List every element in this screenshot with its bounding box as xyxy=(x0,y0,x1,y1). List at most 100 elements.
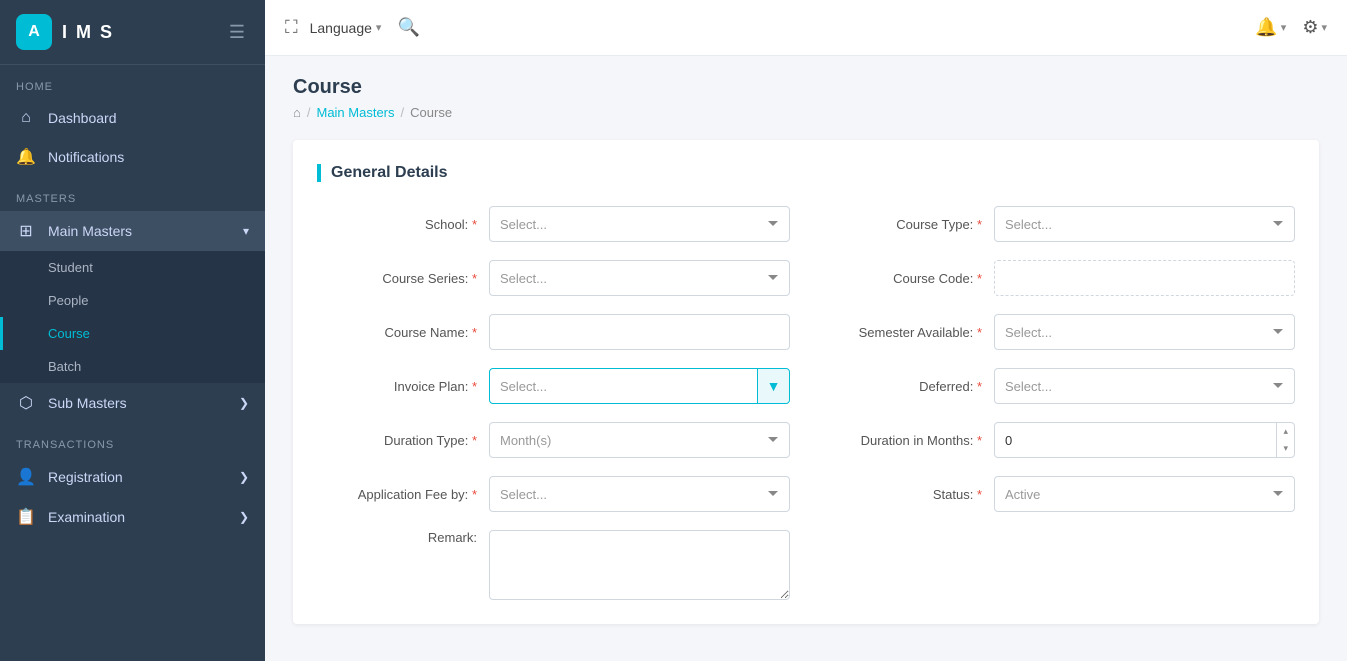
sidebar-item-main-masters-label: Main Masters xyxy=(48,223,132,239)
duration-type-label: Duration Type: * xyxy=(317,433,477,448)
language-label: Language xyxy=(310,20,372,36)
main-area: ⛶ Language ▾ 🔍 🔔 ▾ ⚙ ▾ Course ⌂ / Main M… xyxy=(265,0,1347,661)
status-row: Status: * Active Inactive xyxy=(822,476,1295,512)
semester-available-row: Semester Available: * Select... xyxy=(822,314,1295,350)
user-icon: 👤 xyxy=(16,467,36,487)
home-icon: ⌂ xyxy=(16,109,36,127)
chevron-right-icon-reg: ❯ xyxy=(239,470,249,484)
school-required: * xyxy=(472,217,477,232)
sidebar-item-batch[interactable]: Batch xyxy=(0,350,265,383)
remark-textarea[interactable] xyxy=(489,530,790,600)
page-title: Course xyxy=(293,76,1319,99)
duration-in-months-label: Duration in Months: * xyxy=(822,433,982,448)
sidebar-item-sub-masters[interactable]: ⬡ Sub Masters ❯ xyxy=(0,383,265,423)
course-type-label: Course Type: * xyxy=(822,217,982,232)
breadcrumb: ⌂ / Main Masters / Course xyxy=(293,105,1319,120)
invoice-plan-wrapper: Select... ▼ xyxy=(489,368,790,404)
sidebar-item-course[interactable]: Course xyxy=(0,317,265,350)
duration-decrement[interactable]: ▾ xyxy=(1277,440,1294,457)
section-label-masters: MASTERS xyxy=(0,177,265,211)
duration-in-months-wrapper: ▴ ▾ xyxy=(994,422,1295,458)
chevron-right-icon: ❯ xyxy=(239,396,249,410)
school-select[interactable]: Select... xyxy=(489,206,790,242)
expand-icon[interactable]: ⛶ xyxy=(285,17,298,38)
sidebar-item-sub-masters-label: Sub Masters xyxy=(48,395,127,411)
semester-available-select[interactable]: Select... xyxy=(994,314,1295,350)
notification-bell[interactable]: 🔔 ▾ xyxy=(1255,17,1286,38)
status-select[interactable]: Active Inactive xyxy=(994,476,1295,512)
breadcrumb-sep-1: / xyxy=(307,105,311,120)
school-label: School: * xyxy=(317,217,477,232)
logo-letter: A xyxy=(28,23,40,41)
hamburger-icon[interactable]: ☰ xyxy=(225,18,249,47)
course-series-select[interactable]: Select... xyxy=(489,260,790,296)
course-type-select[interactable]: Select... xyxy=(994,206,1295,242)
section-label-transactions: TRANSACTIONS xyxy=(0,423,265,457)
course-type-row: Course Type: * Select... xyxy=(822,206,1295,242)
grid-icon: ⊞ xyxy=(16,221,36,241)
logo-text: I M S xyxy=(62,22,114,43)
duration-arrows: ▴ ▾ xyxy=(1276,423,1294,457)
bell-icon-top: 🔔 xyxy=(1255,17,1277,38)
chevron-right-icon-exam: ❯ xyxy=(239,510,249,524)
sidebar-item-dashboard-label: Dashboard xyxy=(48,110,117,126)
sidebar-item-dashboard[interactable]: ⌂ Dashboard xyxy=(0,99,265,137)
topbar: ⛶ Language ▾ 🔍 🔔 ▾ ⚙ ▾ xyxy=(265,0,1347,56)
status-label: Status: * xyxy=(822,487,982,502)
invoice-plan-select[interactable]: Select... xyxy=(490,369,757,403)
form-grid: School: * Select... Course Type: * Selec… xyxy=(317,206,1295,600)
sidebar-item-notifications[interactable]: 🔔 Notifications xyxy=(0,137,265,177)
duration-increment[interactable]: ▴ xyxy=(1277,423,1294,440)
application-fee-label: Application Fee by: * xyxy=(317,487,477,502)
duration-in-months-row: Duration in Months: * ▴ ▾ xyxy=(822,422,1295,458)
application-fee-select[interactable]: Select... xyxy=(489,476,790,512)
sidebar-item-notifications-label: Notifications xyxy=(48,149,124,165)
sidebar-item-student[interactable]: Student xyxy=(0,251,265,284)
course-code-label: Course Code: * xyxy=(822,271,982,286)
section-label-home: HOME xyxy=(0,65,265,99)
invoice-plan-dropdown-btn[interactable]: ▼ xyxy=(757,369,789,403)
course-name-label: Course Name: * xyxy=(317,325,477,340)
duration-in-months-input[interactable] xyxy=(995,433,1276,448)
course-name-input[interactable] xyxy=(489,314,790,350)
breadcrumb-home-icon[interactable]: ⌂ xyxy=(293,105,301,120)
remark-row: Remark: xyxy=(317,530,790,600)
breadcrumb-main-masters[interactable]: Main Masters xyxy=(316,105,394,120)
sidebar-item-examination-label: Examination xyxy=(48,509,125,525)
language-chevron-icon: ▾ xyxy=(376,21,382,34)
breadcrumb-sep-2: / xyxy=(401,105,405,120)
duration-type-row: Duration Type: * Month(s) Day(s) Year(s) xyxy=(317,422,790,458)
share-icon: ⬡ xyxy=(16,393,36,413)
course-code-row: Course Code: * xyxy=(822,260,1295,296)
language-selector[interactable]: Language ▾ xyxy=(310,20,382,36)
topbar-right: 🔔 ▾ ⚙ ▾ xyxy=(1255,17,1327,38)
invoice-plan-row: Invoice Plan: * Select... ▼ xyxy=(317,368,790,404)
course-name-row: Course Name: * xyxy=(317,314,790,350)
bell-chevron-icon: ▾ xyxy=(1281,21,1287,34)
deferred-row: Deferred: * Select... xyxy=(822,368,1295,404)
sidebar-item-examination[interactable]: 📋 Examination ❯ xyxy=(0,497,265,537)
course-series-row: Course Series: * Select... xyxy=(317,260,790,296)
semester-available-label: Semester Available: * xyxy=(822,325,982,340)
main-masters-submenu: Student People Course Batch xyxy=(0,251,265,383)
general-details-card: General Details School: * Select... Cour… xyxy=(293,140,1319,624)
search-icon[interactable]: 🔍 xyxy=(397,17,419,38)
section-title: General Details xyxy=(317,164,1295,182)
school-row: School: * Select... xyxy=(317,206,790,242)
sidebar-item-registration[interactable]: 👤 Registration ❯ xyxy=(0,457,265,497)
deferred-label: Deferred: * xyxy=(822,379,982,394)
gear-chevron-icon: ▾ xyxy=(1321,21,1327,34)
sidebar: A I M S ☰ HOME ⌂ Dashboard 🔔 Notificatio… xyxy=(0,0,265,661)
course-code-input[interactable] xyxy=(994,260,1295,296)
duration-type-select[interactable]: Month(s) Day(s) Year(s) xyxy=(489,422,790,458)
settings-gear[interactable]: ⚙ ▾ xyxy=(1302,17,1327,38)
layers-icon: 📋 xyxy=(16,507,36,527)
gear-icon: ⚙ xyxy=(1302,17,1318,38)
sidebar-item-main-masters[interactable]: ⊞ Main Masters ▾ xyxy=(0,211,265,251)
sidebar-logo: A I M S ☰ xyxy=(0,0,265,65)
remark-label: Remark: xyxy=(317,530,477,545)
deferred-select[interactable]: Select... xyxy=(994,368,1295,404)
chevron-down-icon: ▾ xyxy=(243,224,249,238)
sidebar-item-registration-label: Registration xyxy=(48,469,123,485)
sidebar-item-people[interactable]: People xyxy=(0,284,265,317)
